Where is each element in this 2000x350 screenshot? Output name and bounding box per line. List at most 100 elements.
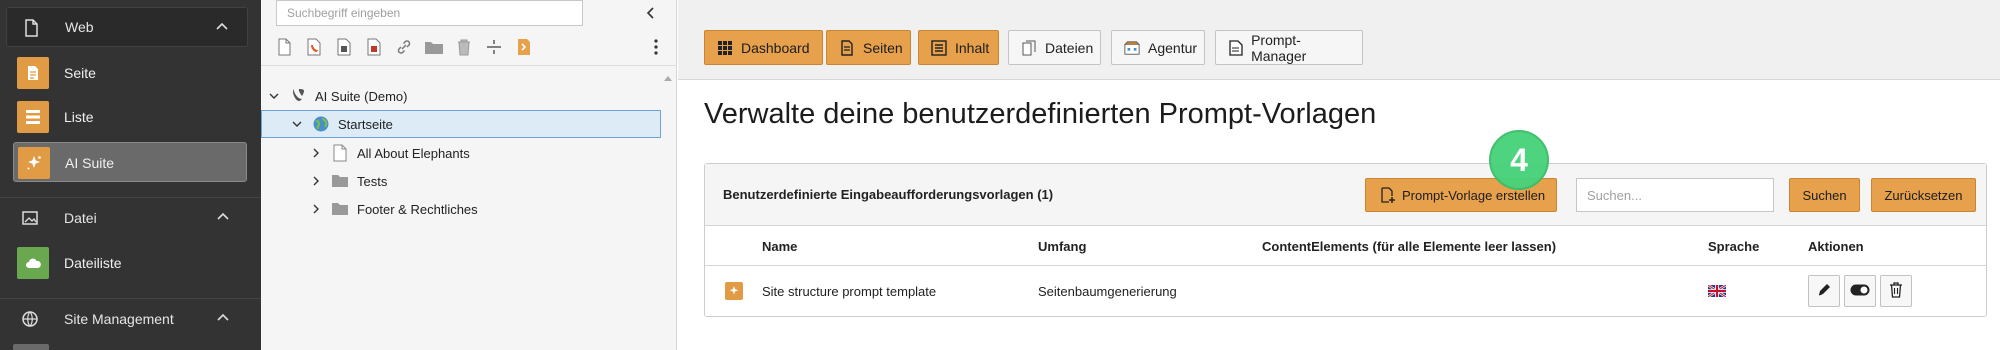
cloud-file-icon xyxy=(17,247,49,279)
tree-node-startseite[interactable]: Startseite xyxy=(261,110,661,138)
typo3-logo-icon xyxy=(289,87,307,105)
table-row[interactable]: Site structure prompt template Seitenbau… xyxy=(705,266,1986,316)
chevron-down-icon[interactable] xyxy=(267,89,281,103)
step-badge: 4 xyxy=(1489,130,1549,190)
nav-button-label: Agentur xyxy=(1148,39,1198,56)
tree-node-label: Footer & Rechtliches xyxy=(357,201,478,217)
nav-prompt-manager-button[interactable]: Prompt-Manager xyxy=(1215,30,1363,65)
globe-page-icon xyxy=(312,115,330,133)
nav-inhalt-button[interactable]: Inhalt xyxy=(918,30,999,65)
module-item-seite[interactable]: Seite xyxy=(13,53,247,93)
module-item-partial xyxy=(13,344,49,350)
page-mount-icon[interactable] xyxy=(363,36,385,58)
page-shortcut-icon[interactable] xyxy=(513,36,535,58)
tree-node-tests[interactable]: Tests xyxy=(309,167,387,195)
content-icon xyxy=(931,39,947,56)
create-button-label: Prompt-Vorlage erstellen xyxy=(1402,187,1546,203)
delete-button[interactable] xyxy=(1880,275,1912,307)
module-group-label: Web xyxy=(65,19,94,35)
chevron-up-icon[interactable] xyxy=(213,18,231,36)
panel-title: Benutzerdefinierte Eingabeaufforderungsv… xyxy=(723,187,1054,202)
nav-seiten-button[interactable]: Seiten xyxy=(826,30,911,65)
scroll-up-icon[interactable] xyxy=(663,70,673,81)
module-menu: Web Seite Liste AI Suite Datei Dateilist… xyxy=(0,0,261,350)
module-group-label: Site Management xyxy=(64,311,174,327)
globe-icon xyxy=(20,309,40,329)
page-tree-panel: AI Suite (Demo) Startseite All About Ele… xyxy=(261,0,677,350)
main-content: Dashboard Seiten Inhalt Dateien Agentur … xyxy=(678,0,2000,350)
list-module-icon xyxy=(17,101,49,133)
module-group-datei[interactable]: Datei xyxy=(0,198,248,238)
nav-dashboard-button[interactable]: Dashboard xyxy=(704,30,823,65)
page-icon xyxy=(21,18,41,38)
agency-icon xyxy=(1124,40,1140,56)
image-icon xyxy=(20,208,40,228)
module-group-site-management[interactable]: Site Management xyxy=(0,299,248,339)
uk-flag-icon xyxy=(1707,284,1727,298)
grid-icon xyxy=(717,40,733,56)
panel-header: Benutzerdefinierte Eingabeaufforderungsv… xyxy=(705,164,1986,226)
toggle-icon xyxy=(1850,284,1870,299)
folder-icon xyxy=(331,172,349,190)
table-header: Name Umfang ContentElements (für alle El… xyxy=(705,226,1986,266)
sparkle-icon xyxy=(725,282,743,300)
chevron-right-icon[interactable] xyxy=(309,146,323,160)
tree-node-label: AI Suite (Demo) xyxy=(315,88,408,104)
chevron-right-icon[interactable] xyxy=(309,174,323,188)
page-title: Verwalte deine benutzerdefinierten Promp… xyxy=(704,98,1377,130)
search-input[interactable] xyxy=(1576,178,1774,212)
doc-header: Dashboard Seiten Inhalt Dateien Agentur … xyxy=(678,0,2000,80)
column-header-scope: Umfang xyxy=(1038,239,1087,254)
recycler-icon[interactable] xyxy=(453,36,475,58)
nav-button-label: Dateien xyxy=(1045,39,1094,56)
column-header-language: Sprache xyxy=(1708,239,1760,254)
module-item-liste[interactable]: Liste xyxy=(13,97,247,137)
row-scope: Seitenbaumgenerierung xyxy=(1038,284,1177,299)
files-icon xyxy=(1021,40,1037,56)
spacer-icon[interactable] xyxy=(483,36,505,58)
chevron-up-icon[interactable] xyxy=(214,208,232,226)
page-link-icon[interactable] xyxy=(333,36,355,58)
edit-button[interactable] xyxy=(1808,275,1840,307)
module-group-web[interactable]: Web xyxy=(6,7,248,47)
page-module-icon xyxy=(17,57,49,89)
typo3-page-icon[interactable] xyxy=(303,36,325,58)
nav-agentur-button[interactable]: Agentur xyxy=(1111,30,1205,65)
toggle-visibility-button[interactable] xyxy=(1844,275,1876,307)
search-button[interactable]: Suchen xyxy=(1789,178,1860,212)
tree-search-input[interactable] xyxy=(276,0,583,26)
document-icon xyxy=(1228,39,1243,56)
module-item-label: AI Suite xyxy=(65,155,115,171)
column-header-name: Name xyxy=(762,239,798,254)
folder-icon[interactable] xyxy=(423,36,445,58)
column-header-content-elements: ContentElements (für alle Elemente leer … xyxy=(1262,239,1557,254)
page-icon xyxy=(331,144,349,162)
nav-dateien-button[interactable]: Dateien xyxy=(1008,30,1101,65)
folder-icon xyxy=(331,200,349,218)
module-item-dateiliste[interactable]: Dateiliste xyxy=(13,243,247,283)
chevron-up-icon[interactable] xyxy=(214,309,232,327)
new-document-icon xyxy=(1380,187,1396,203)
nav-button-label: Dashboard xyxy=(741,39,810,56)
reset-button[interactable]: Zurücksetzen xyxy=(1871,178,1976,212)
prompt-templates-panel: Benutzerdefinierte Eingabeaufforderungsv… xyxy=(704,163,1987,317)
pages-icon xyxy=(839,39,855,56)
new-page-icon[interactable] xyxy=(273,36,295,58)
nav-button-label: Inhalt xyxy=(955,39,990,56)
nav-button-label: Prompt-Manager xyxy=(1251,31,1307,64)
tree-root[interactable]: AI Suite (Demo) xyxy=(267,82,407,110)
nav-button-label: Seiten xyxy=(863,39,903,56)
tree-node-footer[interactable]: Footer & Rechtliches xyxy=(309,195,478,223)
tree-node-all-about-elephants[interactable]: All About Elephants xyxy=(309,139,470,167)
sparkle-icon xyxy=(18,147,50,179)
kebab-menu-icon[interactable] xyxy=(648,37,664,57)
chevron-right-icon[interactable] xyxy=(309,202,323,216)
chevron-left-icon[interactable] xyxy=(643,4,659,22)
module-item-ai-suite[interactable]: AI Suite xyxy=(13,142,247,182)
chevron-down-icon[interactable] xyxy=(290,117,304,131)
column-header-actions: Aktionen xyxy=(1808,239,1864,254)
link-icon[interactable] xyxy=(393,36,415,58)
tree-node-label: All About Elephants xyxy=(357,145,470,161)
module-group-label: Datei xyxy=(64,210,97,226)
divider xyxy=(261,65,677,66)
